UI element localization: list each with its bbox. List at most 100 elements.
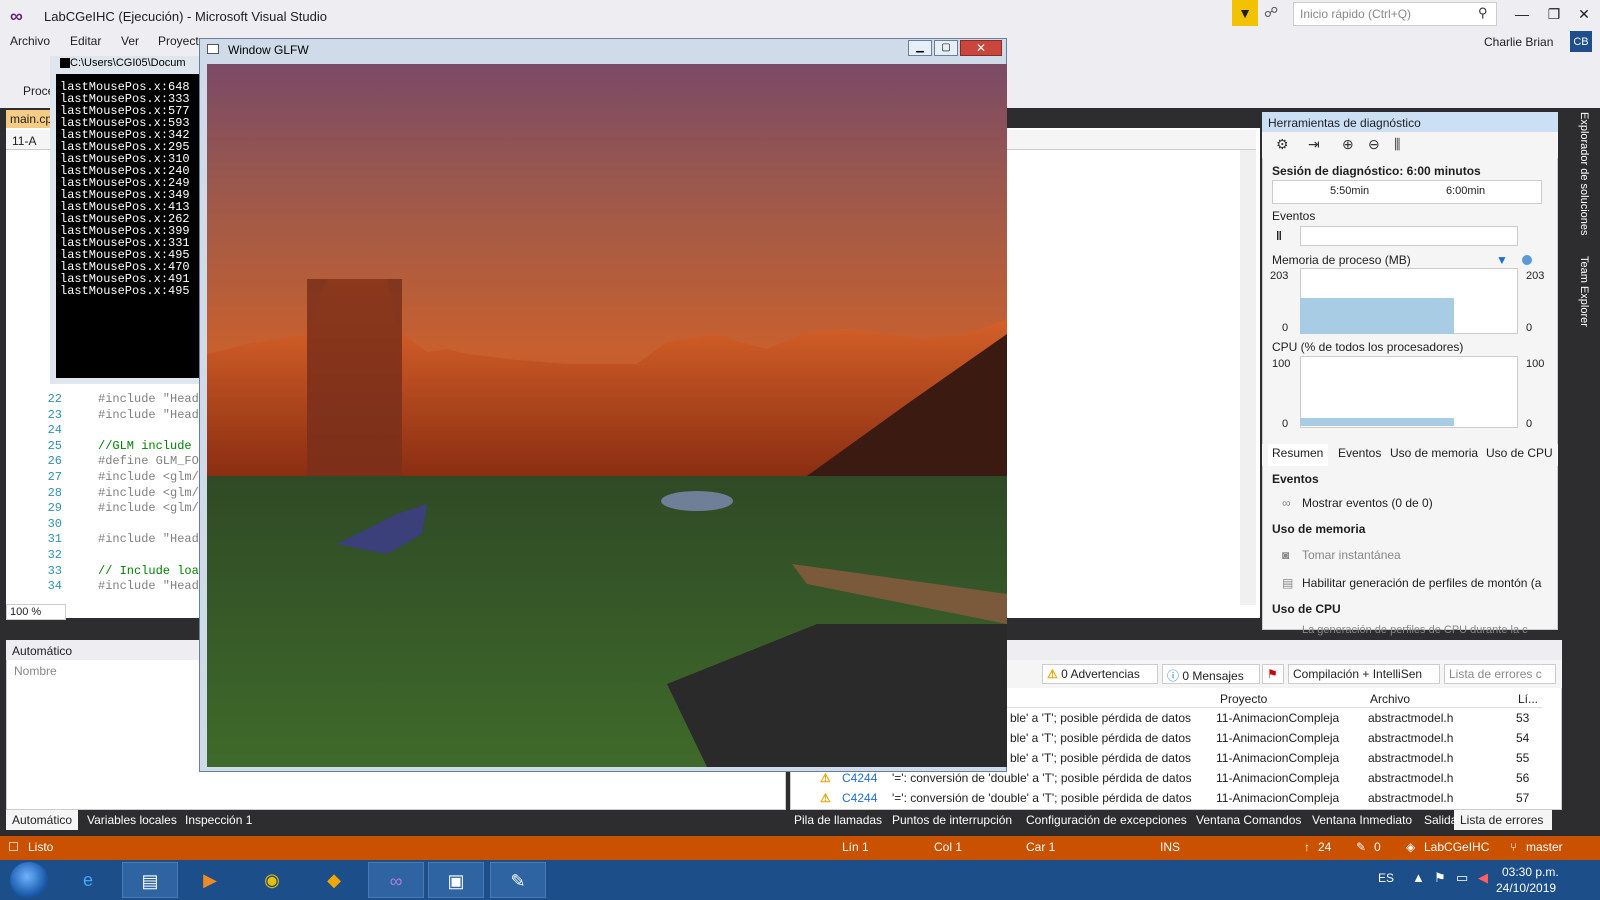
menu-editar[interactable]: Editar — [70, 34, 101, 48]
code-line[interactable]: #define GLM_FOR — [98, 454, 206, 468]
error-line[interactable]: 57 — [1516, 791, 1529, 805]
error-file[interactable]: abstractmodel.h — [1368, 771, 1453, 785]
tab-eventos[interactable]: Eventos — [1338, 446, 1381, 460]
zoom-in-icon[interactable]: ⊕ — [1342, 136, 1354, 153]
tab-uso-cpu[interactable]: Uso de CPU — [1486, 446, 1553, 460]
glfw-close-icon[interactable]: ✕ — [960, 40, 1002, 56]
error-description[interactable]: '=': conversión de 'double' a 'T'; posib… — [892, 771, 1192, 785]
show-hidden-icons-icon[interactable]: ▲ — [1412, 870, 1425, 885]
error-file[interactable]: abstractmodel.h — [1368, 711, 1453, 725]
avatar[interactable]: CB — [1570, 31, 1592, 53]
status-branch[interactable]: master — [1526, 840, 1563, 854]
settings-gear-icon[interactable]: ⚙ — [1276, 136, 1289, 153]
start-button[interactable] — [10, 862, 48, 898]
error-file[interactable]: abstractmodel.h — [1368, 731, 1453, 745]
tab-lista-errores[interactable]: Lista de errores — [1460, 813, 1543, 827]
volume-muted-icon[interactable]: ◀ — [1478, 870, 1488, 886]
error-project[interactable]: 11-AnimacionCompleja — [1216, 731, 1339, 745]
tab-ventana-inmediato[interactable]: Ventana Inmediato — [1312, 813, 1412, 827]
warnings-filter-button[interactable]: ⚠ 0 Advertencias — [1042, 664, 1158, 684]
editor-scrollbar[interactable] — [1240, 150, 1256, 605]
build-intellisense-select[interactable]: Compilación + IntelliSen — [1288, 664, 1440, 684]
code-line[interactable]: #include "Heade — [98, 532, 206, 546]
tab-main-cpp[interactable]: main.cp — [6, 110, 54, 128]
show-events-link[interactable]: Mostrar eventos (0 de 0) — [1302, 496, 1433, 510]
visual-studio-taskbar-icon[interactable]: ∞ — [368, 862, 424, 898]
error-description[interactable]: '=': conversión de 'double' a 'T'; posib… — [892, 791, 1192, 805]
network-icon[interactable]: ▭ — [1456, 870, 1468, 886]
error-code[interactable]: C4244 — [842, 771, 877, 785]
error-project[interactable]: 11-AnimacionCompleja — [1216, 711, 1339, 725]
code-line[interactable]: // Include load — [98, 564, 206, 578]
menu-ver[interactable]: Ver — [121, 34, 139, 48]
feedback-icon[interactable]: ☍ — [1264, 4, 1284, 24]
user-name[interactable]: Charlie Brian — [1484, 35, 1553, 49]
pause-icon[interactable]: ‖ — [1276, 229, 1282, 243]
error-line[interactable]: 53 — [1516, 711, 1529, 725]
code-line[interactable]: #include <glm/g — [98, 470, 206, 484]
close-icon[interactable]: ✕ — [1570, 6, 1598, 26]
app-icon[interactable]: ◆ — [306, 862, 362, 898]
opengl-viewport[interactable] — [207, 64, 1007, 767]
tab-variables-locales[interactable]: Variables locales — [87, 813, 177, 827]
code-line[interactable]: //GLM include — [98, 439, 192, 453]
events-section-label[interactable]: Eventos — [1272, 209, 1315, 223]
minimize-icon[interactable]: — — [1508, 6, 1536, 26]
file-explorer-icon[interactable]: ▤ — [122, 862, 178, 898]
tab-pila-llamadas[interactable]: Pila de llamadas — [794, 813, 882, 827]
console-taskbar-icon[interactable]: ▣ — [428, 862, 484, 898]
error-project[interactable]: 11-AnimacionCompleja — [1216, 791, 1339, 805]
glfw-maximize-icon[interactable]: ▢ — [934, 40, 958, 56]
tab-uso-memoria[interactable]: Uso de memoria — [1390, 446, 1478, 460]
tab-salida[interactable]: Salida — [1424, 813, 1457, 827]
project-dropdown[interactable]: 11-A — [12, 134, 36, 148]
take-snapshot-button[interactable]: Tomar instantánea — [1302, 548, 1401, 562]
error-project[interactable]: 11-AnimacionCompleja — [1216, 751, 1339, 765]
code-line[interactable]: #include "Heade — [98, 392, 206, 406]
zoom-out-icon[interactable]: ⊖ — [1368, 136, 1380, 153]
column-header-archivo[interactable]: Archivo — [1370, 692, 1410, 706]
search-icon[interactable]: ⚲ — [1478, 5, 1488, 21]
error-description[interactable]: ble' a 'T'; posible pérdida de datos — [1010, 711, 1191, 725]
column-header-nombre[interactable]: Nombre — [14, 664, 214, 682]
memory-section-label[interactable]: Memoria de proceso (MB) — [1272, 253, 1411, 267]
status-edits-count[interactable]: 0 — [1374, 840, 1381, 854]
notification-filter-icon[interactable]: ▼ — [1232, 0, 1258, 26]
column-header-proyecto[interactable]: Proyecto — [1220, 692, 1267, 706]
error-code[interactable]: C4244 — [842, 791, 877, 805]
clock-date[interactable]: 24/10/2019 — [1496, 881, 1556, 895]
messages-filter-button[interactable]: ⓘ 0 Mensajes — [1162, 664, 1260, 684]
code-line[interactable]: #include "Heade — [98, 579, 206, 593]
error-search-input[interactable]: Lista de errores c — [1444, 664, 1556, 684]
tab-inspeccion[interactable]: Inspección 1 — [185, 813, 252, 827]
tab-ventana-comandos[interactable]: Ventana Comandos — [1196, 813, 1301, 827]
heap-profiling-button[interactable]: Habilitar generación de perfiles de mont… — [1302, 576, 1541, 590]
error-description[interactable]: ble' a 'T'; posible pérdida de datos — [1010, 751, 1191, 765]
media-player-icon[interactable]: ▶ — [182, 862, 238, 898]
clock-time[interactable]: 03:30 p.m. — [1502, 865, 1559, 879]
glfw-minimize-icon[interactable]: ▁ — [908, 40, 932, 56]
status-repo[interactable]: LabCGeIHC — [1424, 840, 1489, 854]
code-line[interactable]: #include "Heade — [98, 408, 206, 422]
tab-config-excepciones[interactable]: Configuración de excepciones — [1026, 813, 1187, 827]
reset-view-icon[interactable]: ⫼ — [1394, 136, 1400, 153]
language-indicator[interactable]: ES — [1378, 871, 1394, 885]
column-header-linea[interactable]: Lí... — [1518, 692, 1538, 706]
error-line[interactable]: 54 — [1516, 731, 1529, 745]
code-line[interactable]: #include <glm/g — [98, 486, 206, 500]
quick-launch-input[interactable]: Inicio rápido (Ctrl+Q) — [1293, 2, 1497, 26]
error-file[interactable]: abstractmodel.h — [1368, 751, 1453, 765]
action-center-flag-icon[interactable]: ⚑ — [1434, 870, 1446, 886]
paint-icon[interactable]: ✎ — [490, 862, 546, 898]
tab-solution-explorer[interactable]: Explorador de soluciones — [1578, 112, 1590, 236]
tab-puntos-interrupcion[interactable]: Puntos de interrupción — [892, 813, 1012, 827]
maximize-icon[interactable]: ❐ — [1540, 6, 1568, 26]
status-push-count[interactable]: 24 — [1318, 840, 1331, 854]
error-line[interactable]: 55 — [1516, 751, 1529, 765]
error-line[interactable]: 56 — [1516, 771, 1529, 785]
zoom-select[interactable]: 100 % — [6, 604, 66, 620]
timeline-ruler[interactable] — [1272, 180, 1542, 204]
error-description[interactable]: ble' a 'T'; posible pérdida de datos — [1010, 731, 1191, 745]
error-file[interactable]: abstractmodel.h — [1368, 791, 1453, 805]
build-filter-icon[interactable]: ⚑ — [1262, 664, 1284, 684]
